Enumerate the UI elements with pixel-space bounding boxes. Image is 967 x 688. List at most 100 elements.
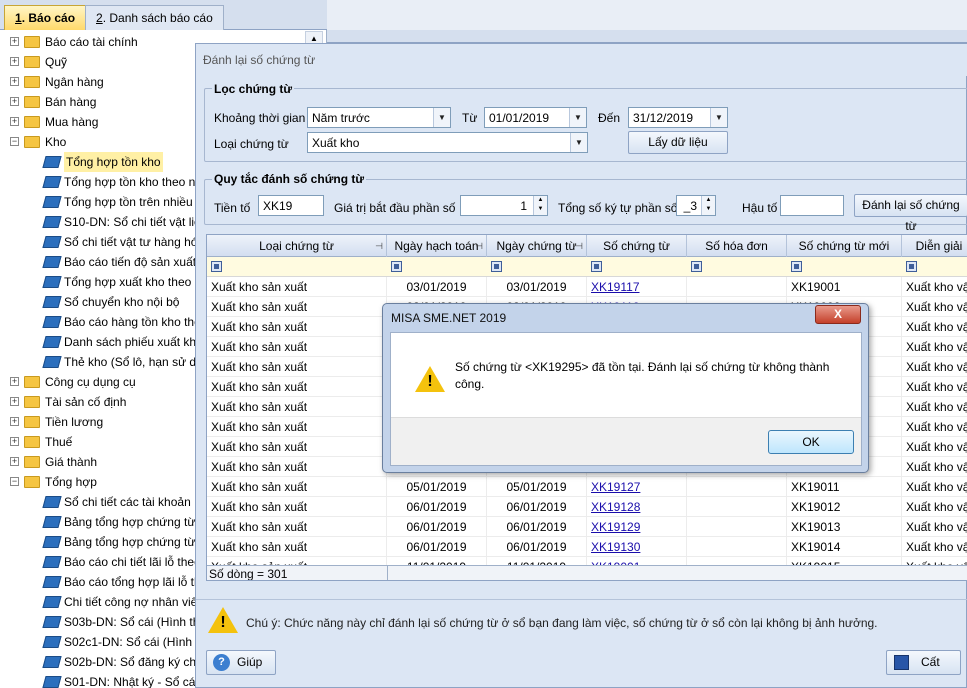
table-cell: XK19012: [787, 497, 902, 517]
tab-report-list[interactable]: 2. Danh sách báo cáo: [85, 5, 224, 30]
pin-icon[interactable]: ⊣: [575, 235, 583, 257]
folder-icon: [24, 136, 40, 148]
grid-header: Loại chứng từ ⊣ Ngày hạch toán ⊣ Ngày chứng …: [207, 235, 967, 257]
report-book-icon: [42, 676, 62, 688]
chevron-down-icon[interactable]: ▼: [710, 108, 727, 127]
tree-report-label: Sổ chi tiết các tài khoản: [64, 495, 191, 509]
message-text-line2: công.: [455, 377, 485, 391]
table-cell: Xuất kho sản xuất: [207, 317, 387, 337]
period-select[interactable]: Năm trước ▼: [307, 107, 451, 128]
ok-button[interactable]: OK: [768, 430, 854, 454]
table-cell[interactable]: XK19128: [587, 497, 687, 517]
fetch-data-button[interactable]: Lấy dữ liệu: [628, 131, 728, 154]
report-book-icon: [42, 256, 62, 268]
collapse-icon[interactable]: −: [10, 137, 19, 146]
expand-icon[interactable]: +: [10, 117, 19, 126]
table-cell: Xuất kho sản xuất: [207, 497, 387, 517]
table-cell: 05/01/2019: [487, 477, 587, 497]
expand-icon[interactable]: +: [10, 37, 19, 46]
filter-icon[interactable]: [491, 261, 502, 272]
table-row[interactable]: Xuất kho sản xuất 06/01/2019 06/01/2019 XK1…: [207, 517, 967, 537]
tree-report-label: Báo cáo hàng tồn kho theo: [64, 315, 208, 329]
expand-icon[interactable]: +: [10, 437, 19, 446]
start-value-input[interactable]: 1 ▲ ▼: [460, 195, 548, 216]
expand-icon[interactable]: +: [10, 377, 19, 386]
digit-count-input[interactable]: _3 ▲ ▼: [676, 195, 716, 216]
spin-arrows-icon[interactable]: ▲ ▼: [533, 196, 547, 215]
close-icon[interactable]: X: [815, 305, 861, 324]
expand-icon[interactable]: +: [10, 97, 19, 106]
filter-icon[interactable]: [791, 261, 802, 272]
report-book-icon: [42, 576, 62, 588]
table-cell[interactable]: XK19117: [587, 277, 687, 297]
folder-icon: [24, 376, 40, 388]
column-header[interactable]: Ngày chứng từ ⊣: [487, 235, 587, 257]
to-label: Đến: [598, 111, 621, 125]
table-cell: [687, 277, 787, 297]
expand-icon[interactable]: +: [10, 397, 19, 406]
report-book-icon: [42, 596, 62, 608]
expand-icon[interactable]: +: [10, 77, 19, 86]
expand-icon[interactable]: +: [10, 417, 19, 426]
table-cell: 06/01/2019: [487, 497, 587, 517]
suffix-input[interactable]: [780, 195, 844, 216]
report-book-icon: [42, 296, 62, 308]
table-cell[interactable]: XK19129: [587, 517, 687, 537]
expand-icon[interactable]: +: [10, 57, 19, 66]
report-book-icon: [42, 276, 62, 288]
table-cell: Xuất kho vật: [902, 417, 967, 437]
table-cell: 06/01/2019: [487, 537, 587, 557]
filter-icon[interactable]: [591, 261, 602, 272]
collapse-icon[interactable]: −: [10, 477, 19, 486]
column-header[interactable]: Loại chứng từ ⊣: [207, 235, 387, 257]
chevron-down-icon[interactable]: ▼: [569, 108, 586, 127]
prefix-input[interactable]: XK19: [258, 195, 324, 216]
chevron-down-icon[interactable]: ▼: [433, 108, 450, 127]
digit-count-label: Tổng số ký tự phần số: [558, 201, 678, 215]
table-cell: 06/01/2019: [387, 537, 487, 557]
column-header[interactable]: Ngày hạch toán ⊣: [387, 235, 487, 257]
period-label: Khoảng thời gian: [214, 111, 306, 125]
folder-icon: [24, 476, 40, 488]
from-date-picker[interactable]: 01/01/2019 ▼: [484, 107, 587, 128]
filter-icon[interactable]: [691, 261, 702, 272]
table-cell[interactable]: XK19127: [587, 477, 687, 497]
report-book-icon: [42, 176, 62, 188]
tree-report-label: Báo cáo chi tiết lãi lỗ theo: [64, 555, 201, 569]
expand-icon[interactable]: +: [10, 457, 19, 466]
filter-icon[interactable]: [391, 261, 402, 272]
pin-icon[interactable]: ⊣: [475, 235, 483, 257]
tree-report-label: S02c1-DN: Sổ cái (Hình th: [64, 635, 206, 649]
table-cell: 06/01/2019: [487, 517, 587, 537]
column-header[interactable]: Diễn giải: [902, 235, 967, 257]
column-header[interactable]: Số hóa đơn: [687, 235, 787, 257]
column-header-label: Số chứng từ mới: [798, 239, 890, 253]
tree-folder-label: Tổng hợp: [45, 475, 97, 489]
column-header[interactable]: Số chứng từ mới: [787, 235, 902, 257]
table-cell: [687, 517, 787, 537]
to-date-picker[interactable]: 31/12/2019 ▼: [628, 107, 728, 128]
filter-icon[interactable]: [211, 261, 222, 272]
chevron-down-icon[interactable]: ▼: [570, 133, 587, 152]
warning-mark: !: [220, 614, 226, 631]
table-cell: Xuất kho sản xuất: [207, 537, 387, 557]
folder-icon: [24, 96, 40, 108]
table-row[interactable]: Xuất kho sản xuất 06/01/2019 06/01/2019 XK1…: [207, 537, 967, 557]
tab-reports[interactable]: 1. Báo cáo: [4, 5, 87, 30]
renumber-button[interactable]: Đánh lại số chứng từ: [854, 194, 967, 233]
column-header[interactable]: Số chứng từ: [587, 235, 687, 257]
column-header-label: Số hóa đơn: [705, 239, 768, 253]
help-button[interactable]: ? Giúp: [206, 650, 276, 675]
column-header-label: Ngày hạch toán: [394, 239, 479, 253]
save-button[interactable]: Cất: [886, 650, 961, 675]
filter-icon[interactable]: [906, 261, 917, 272]
report-book-icon: [42, 516, 62, 528]
table-row[interactable]: Xuất kho sản xuất 05/01/2019 05/01/2019 XK1…: [207, 477, 967, 497]
voucher-type-select[interactable]: Xuất kho ▼: [307, 132, 588, 153]
table-row[interactable]: Xuất kho sản xuất 06/01/2019 06/01/2019 XK1…: [207, 497, 967, 517]
spin-arrows-icon[interactable]: ▲ ▼: [701, 196, 715, 215]
tree-report-label: S03b-DN: Sổ cái (Hình thứ: [64, 615, 208, 629]
table-row[interactable]: Xuất kho sản xuất03/01/201903/01/2019XK1…: [207, 277, 967, 297]
pin-icon[interactable]: ⊣: [375, 235, 383, 257]
table-cell[interactable]: XK19130: [587, 537, 687, 557]
